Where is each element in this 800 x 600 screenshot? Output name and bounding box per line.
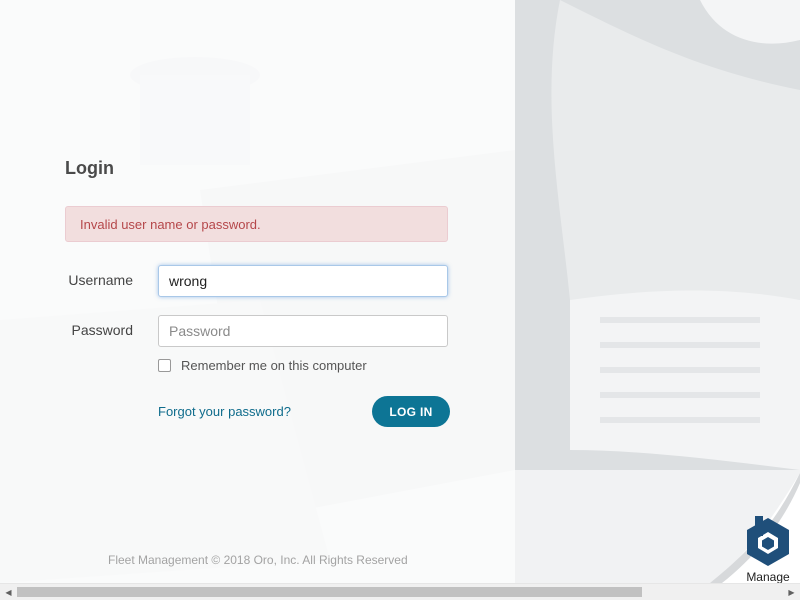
horizontal-scrollbar[interactable]: ◀ ▶ bbox=[0, 583, 800, 600]
remember-me-checkbox[interactable] bbox=[158, 359, 171, 372]
password-label: Password bbox=[71, 322, 133, 338]
brand-logo[interactable]: Manage bbox=[740, 516, 796, 584]
page-title: Login bbox=[65, 158, 114, 178]
footer-copyright: Fleet Management © 2018 Oro, Inc. All Ri… bbox=[108, 553, 408, 567]
username-label: Username bbox=[68, 272, 133, 288]
brand-label: Manage bbox=[746, 570, 790, 584]
username-input[interactable] bbox=[158, 265, 448, 297]
password-input[interactable] bbox=[158, 315, 448, 347]
forgot-password-link[interactable]: Forgot your password? bbox=[158, 404, 291, 419]
scroll-left-arrow-icon[interactable]: ◀ bbox=[0, 584, 17, 600]
remember-me-label: Remember me on this computer bbox=[181, 358, 367, 373]
scroll-right-arrow-icon[interactable]: ▶ bbox=[783, 584, 800, 600]
login-button[interactable]: LOG IN bbox=[372, 396, 450, 427]
hexagon-logo-icon bbox=[747, 516, 789, 566]
login-page: Login Invalid user name or password. Use… bbox=[0, 0, 800, 600]
remember-me-row[interactable]: Remember me on this computer bbox=[158, 358, 367, 373]
scrollbar-thumb[interactable] bbox=[17, 587, 642, 597]
error-alert: Invalid user name or password. bbox=[65, 206, 448, 242]
